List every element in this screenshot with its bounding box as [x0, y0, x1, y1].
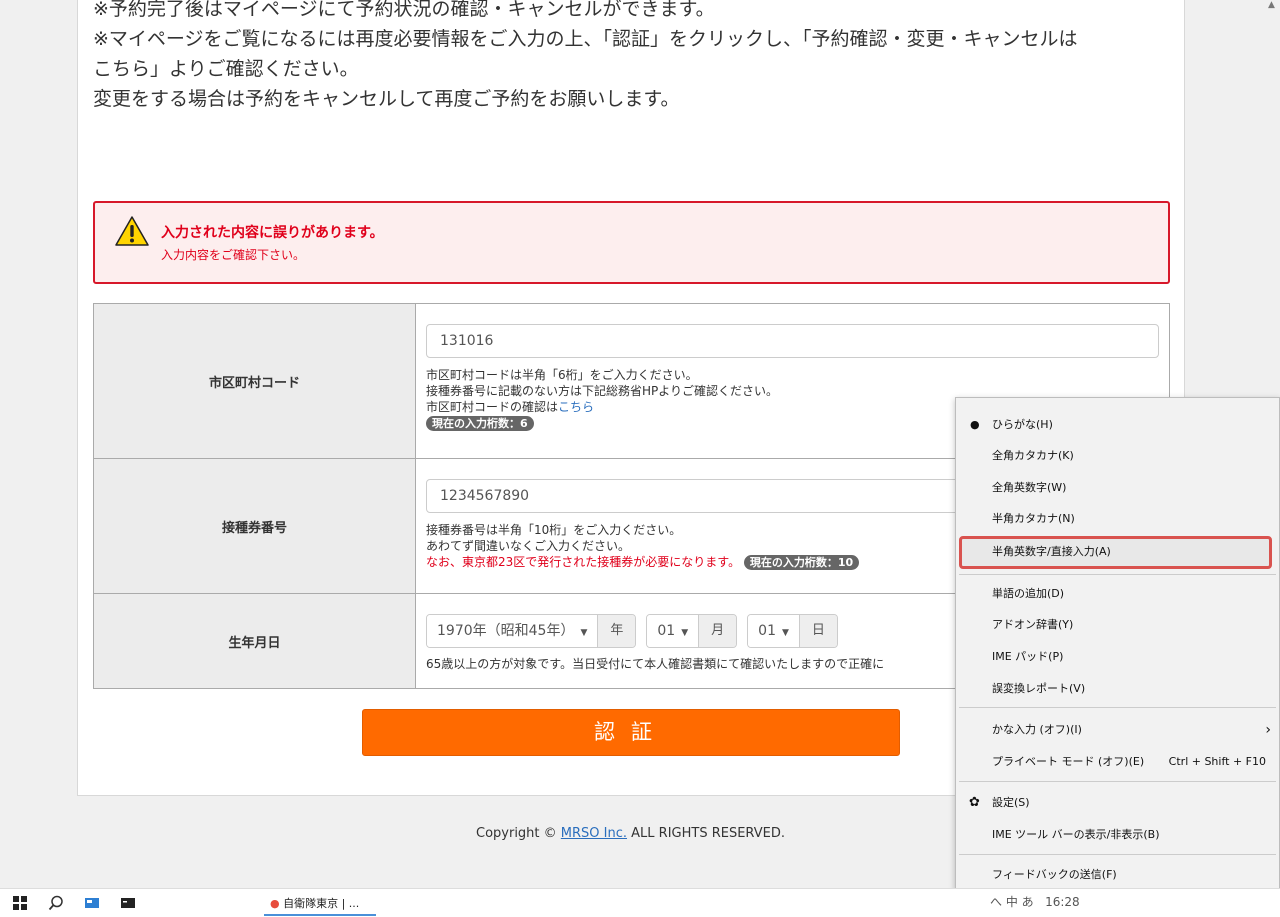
app-label: 自衛隊東京 | ...	[283, 897, 360, 910]
ime-item-private-mode[interactable]: プライベート モード (オフ)(E) Ctrl + Shift + F10	[956, 748, 1279, 776]
auth-submit-button[interactable]: 認証	[362, 709, 900, 756]
taskbar: ● 自衛隊東京 | ... へ 中 あ 16:28	[0, 888, 1280, 917]
birth-year-select[interactable]: 1970年（昭和45年） ▼ 年	[426, 614, 637, 648]
bullet-icon: ●	[970, 418, 980, 431]
ime-item-hiragana[interactable]: ● ひらがな(H)	[956, 411, 1279, 439]
ime-item-fullwidth-alnum[interactable]: 全角英数字(W)	[956, 474, 1279, 502]
municipality-code-link[interactable]: こちら	[558, 400, 594, 414]
ime-item-fullwidth-katakana[interactable]: 全角カタカナ(K)	[956, 442, 1279, 470]
ime-item-ime-pad[interactable]: IME パッド(P)	[956, 643, 1279, 671]
gear-icon: ✿	[969, 795, 980, 810]
tray-text: へ 中 あ	[990, 895, 1034, 909]
caret-down-icon: ▼	[681, 628, 689, 638]
note-line: ※予約完了後はマイページにて予約状況の確認・キャンセルができます。	[93, 0, 715, 20]
task-view-icon[interactable]	[84, 895, 100, 911]
ime-item-misconversion-report[interactable]: 誤変換レポート(V)	[956, 675, 1279, 703]
month-unit: 月	[699, 615, 737, 647]
scroll-up-arrow-icon[interactable]: ▲	[1263, 0, 1280, 14]
municipality-label: 市区町村コード	[93, 303, 416, 459]
taskbar-chrome-app[interactable]: ● 自衛隊東京 | ...	[264, 891, 376, 916]
terminal-icon[interactable]	[120, 895, 136, 911]
mrso-link[interactable]: MRSO Inc.	[561, 826, 627, 841]
ime-item-addon-dictionary[interactable]: アドオン辞書(Y)	[956, 611, 1279, 639]
system-tray: へ 中 あ 16:28	[990, 893, 1080, 910]
clock[interactable]: 16:28	[1045, 895, 1080, 909]
digit-counter-badge: 現在の入力桁数：6	[426, 416, 534, 431]
note-line: こちら」よりご確認ください。	[93, 58, 359, 80]
voucher-warning-text: なお、東京都23区で発行された接種券が必要になります。	[426, 555, 741, 569]
ime-item-settings[interactable]: ✿ 設定(S)	[956, 789, 1279, 817]
ime-item-toolbar-toggle[interactable]: IME ツール バーの表示/非表示(B)	[956, 821, 1279, 849]
ime-item-send-feedback[interactable]: フィードバックの送信(F)	[956, 861, 1279, 889]
ime-item-add-word[interactable]: 単語の追加(D)	[956, 580, 1279, 608]
digit-counter-badge: 現在の入力桁数：10	[743, 555, 860, 570]
birth-day-value: 01	[758, 623, 776, 639]
ime-item-kana-input[interactable]: かな入力 (オフ)(I) ›	[956, 716, 1279, 744]
notes: ※予約完了後はマイページにて予約状況の確認・キャンセルができます。 ※マイページ…	[93, 0, 1173, 114]
copyright-text: ALL RIGHTS RESERVED.	[627, 826, 785, 841]
chrome-icon: ●	[270, 897, 280, 910]
ime-context-menu: ● ひらがな(H) 全角カタカナ(K) 全角英数字(W) 半角カタカナ(N) 半角…	[955, 397, 1280, 891]
ime-item-halfwidth-katakana[interactable]: 半角カタカナ(N)	[956, 505, 1279, 533]
birth-day-select[interactable]: 01 ▼ 日	[747, 614, 838, 648]
help-text: 市区町村コードは半角「6桁」をご入力ください。	[426, 368, 698, 382]
birth-month-value: 01	[657, 623, 676, 639]
search-icon[interactable]	[48, 895, 64, 911]
windows-start-icon[interactable]	[12, 895, 28, 911]
voucher-label: 接種券番号	[93, 458, 416, 594]
day-unit: 日	[799, 615, 837, 647]
birthdate-label: 生年月日	[93, 593, 416, 689]
birth-year-value: 1970年（昭和45年）	[437, 623, 575, 639]
caret-down-icon: ▼	[781, 628, 789, 638]
birth-month-select[interactable]: 01 ▼ 月	[646, 614, 738, 648]
help-text: 市区町村コードの確認は	[426, 400, 559, 414]
error-title: 入力された内容に誤りがあります。	[161, 225, 384, 241]
ime-item-halfwidth-alnum-direct[interactable]: 半角英数字/直接入力(A)	[956, 538, 1279, 566]
warning-icon	[115, 216, 149, 246]
municipality-input[interactable]: 131016	[426, 324, 1159, 358]
shortcut-text: Ctrl + Shift + F10	[1168, 755, 1266, 768]
note-line: 変更をする場合は予約をキャンセルして再度ご予約をお願いします。	[93, 88, 680, 110]
note-line: ※マイページをご覧になるには再度必要情報をご入力の上、「認証」をクリックし、「予…	[93, 28, 1078, 50]
copyright-text: Copyright ©	[476, 826, 561, 841]
caret-down-icon: ▼	[580, 628, 588, 638]
error-message: 入力内容をご確認下さい。	[161, 248, 306, 262]
chevron-right-icon: ›	[1265, 722, 1271, 738]
error-alert: 入力された内容に誤りがあります。 入力内容をご確認下さい。	[93, 201, 1170, 284]
year-unit: 年	[598, 615, 636, 647]
